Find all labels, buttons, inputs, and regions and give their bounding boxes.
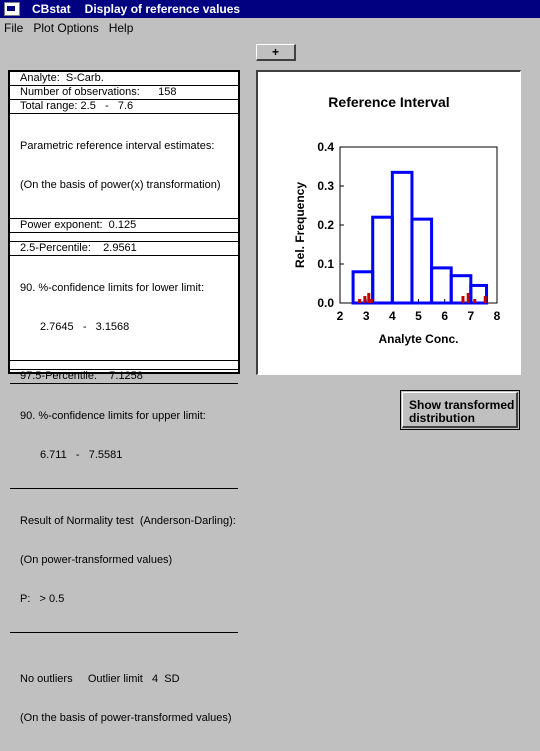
param-estimates-row: Parametric reference interval estimates:…	[10, 114, 238, 219]
power-text: Power exponent: 0.125	[20, 219, 137, 231]
analyte-text: Analyte: S-Carb.	[20, 72, 104, 84]
y-tick-label: 0.0	[317, 296, 334, 310]
p-value: P: > 0.5	[20, 593, 65, 605]
x-tick-label: 3	[363, 309, 370, 323]
menu-bar: File Plot Options Help	[0, 19, 540, 37]
upper-percentile-text: 97.5-Percentile: 7.1258	[20, 370, 143, 382]
title-bar: CBstat Display of reference values	[0, 0, 540, 18]
normality-row: Result of Normality test (Anderson-Darli…	[10, 489, 238, 633]
show-transformed-button[interactable]: Show transformed distribution	[400, 390, 520, 430]
app-icon[interactable]	[4, 2, 20, 16]
total-range-text: Total range: 2.5 - 7.6	[20, 100, 134, 112]
x-tick-label: 8	[494, 309, 501, 323]
spacer	[10, 233, 238, 242]
normality-title: Result of Normality test (Anderson-Darli…	[20, 515, 236, 527]
normality-basis: (On power-transformed values)	[20, 554, 173, 566]
outliers-row: No outliers Outlier limit 4 SD (On the b…	[10, 633, 238, 751]
y-tick-label: 0.4	[317, 140, 334, 154]
lower-confidence-row: 90. %-confidence limits for lower limit:…	[10, 256, 238, 361]
upper-confidence-values: 6.711 - 7.5581	[40, 449, 123, 461]
menu-plot-options[interactable]: Plot Options	[29, 21, 102, 35]
histogram-bar	[430, 266, 453, 305]
param-basis: (On the basis of power(x) transformation…	[20, 179, 221, 191]
chart-panel: Reference Interval 0.0 0.1 0.2 0.3 0.4 2 3 4 5 6 7…	[256, 70, 521, 375]
power-row: Power exponent: 0.125	[10, 219, 238, 233]
upper-confidence-row: 90. %-confidence limits for upper limit:…	[10, 384, 238, 489]
y-tick-label: 0.1	[317, 257, 334, 271]
x-tick-label: 6	[441, 309, 448, 323]
analyte-row: Analyte: S-Carb.	[10, 72, 238, 86]
lower-confidence-title: 90. %-confidence limits for lower limit:	[20, 282, 205, 294]
y-tick-label: 0.2	[317, 218, 334, 232]
total-range-row: Total range: 2.5 - 7.6	[10, 100, 238, 114]
plot-frame	[339, 146, 498, 304]
menu-help[interactable]: Help	[105, 21, 138, 35]
outliers-basis: (On the basis of power-transformed value…	[20, 712, 232, 724]
menu-file[interactable]: File	[0, 21, 27, 35]
observations-row: Number of observations: 158	[10, 86, 238, 100]
histogram-bar	[410, 217, 434, 305]
spacer	[10, 361, 238, 370]
x-tick-label: 2	[337, 309, 344, 323]
x-tick-label: 5	[415, 309, 422, 323]
x-tick-label: 4	[389, 309, 396, 323]
histogram-chart: 0.0 0.1 0.2 0.3 0.4 2 3 4 5 6 7 8 Analyte Conc. Rel. …	[293, 140, 501, 346]
lower-confidence-values: 2.7645 - 3.1568	[40, 321, 130, 333]
outliers-text: No outliers Outlier limit 4 SD	[20, 673, 180, 685]
param-title: Parametric reference interval estimates:	[20, 140, 215, 152]
y-tick-label: 0.3	[317, 179, 334, 193]
observations-text: Number of observations: 158	[20, 86, 177, 98]
lower-percentile-text: 2.5-Percentile: 2.9561	[20, 242, 137, 254]
window-title: Display of reference values	[84, 2, 241, 16]
x-axis-label: Analyte Conc.	[378, 332, 458, 346]
upper-percentile-row: 97.5-Percentile: 7.1258	[10, 370, 238, 384]
x-tick-label: 7	[467, 309, 474, 323]
histogram-bar	[390, 170, 414, 305]
app-name: CBstat	[32, 2, 71, 16]
results-panel: Analyte: S-Carb. Number of observations:…	[8, 70, 240, 724]
plus-button[interactable]: +	[256, 44, 296, 61]
show-transformed-label-line2: distribution	[409, 411, 475, 425]
y-axis-label: Rel. Frequency	[293, 182, 307, 268]
lower-percentile-row: 2.5-Percentile: 2.9561	[10, 242, 238, 256]
histogram-bar	[371, 215, 394, 305]
upper-confidence-title: 90. %-confidence limits for upper limit:	[20, 410, 206, 422]
